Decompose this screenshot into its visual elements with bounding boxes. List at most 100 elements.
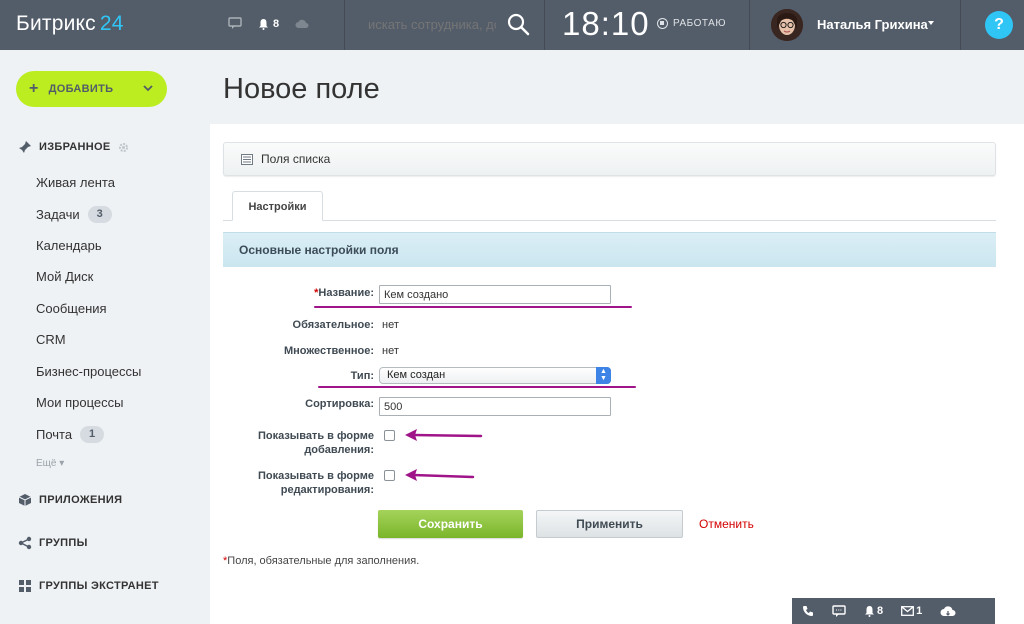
chat-icon bbox=[832, 604, 846, 617]
sidebar-item-mail[interactable]: Почта 1 bbox=[36, 426, 105, 443]
divider bbox=[544, 0, 545, 50]
required-footnote: *Поля, обязательные для заполнения. bbox=[223, 555, 420, 567]
list-fields-label: Поля списка bbox=[261, 152, 331, 166]
select-arrows-icon: ▲ ▼ bbox=[596, 367, 611, 384]
phone-button[interactable] bbox=[802, 605, 814, 617]
sidebar-item-label: CRM bbox=[36, 332, 66, 347]
search-icon[interactable] bbox=[506, 12, 530, 36]
plus-icon: + bbox=[29, 80, 39, 97]
favorites-header[interactable]: ИЗБРАННОЕ bbox=[18, 140, 129, 154]
grid-icon bbox=[19, 580, 31, 592]
phone-icon bbox=[803, 606, 813, 616]
gear-icon[interactable] bbox=[118, 142, 129, 153]
add-button[interactable]: + ДОБАВИТЬ bbox=[16, 71, 167, 107]
pin-icon bbox=[19, 141, 31, 153]
chevron-down-icon[interactable] bbox=[928, 21, 934, 25]
annotation-arrow-icon bbox=[405, 429, 483, 441]
chat-icon[interactable] bbox=[228, 17, 242, 30]
envelope-icon bbox=[901, 606, 915, 616]
show-edit-checkbox[interactable] bbox=[384, 470, 395, 481]
chevron-down-icon: ▾ bbox=[59, 458, 65, 469]
sidebar-item-calendar[interactable]: Календарь bbox=[36, 238, 102, 253]
sidebar-item-label: Мои процессы bbox=[36, 395, 124, 410]
list-icon bbox=[241, 153, 253, 165]
apps-label: ПРИЛОЖЕНИЯ bbox=[39, 494, 123, 506]
bottom-dock: 8 1 bbox=[792, 598, 995, 624]
annotation-underline bbox=[314, 306, 632, 308]
show-edit-label: Показывать в форме редактирования: bbox=[257, 470, 374, 496]
sidebar-item-feed[interactable]: Живая лента bbox=[36, 175, 115, 190]
divider bbox=[749, 0, 750, 50]
sidebar: + ДОБАВИТЬ ИЗБРАННОЕ Живая лента Задачи 3… bbox=[0, 50, 210, 624]
bell-icon bbox=[259, 18, 268, 30]
sidebar-item-crm[interactable]: CRM bbox=[36, 332, 66, 347]
search-input[interactable] bbox=[368, 14, 496, 34]
tab-strip-line bbox=[223, 220, 996, 221]
mail-counter: 1 bbox=[80, 426, 105, 443]
sidebar-item-messages[interactable]: Сообщения bbox=[36, 301, 107, 316]
notifications[interactable]: 8 bbox=[258, 18, 279, 30]
help-button[interactable]: ? bbox=[985, 11, 1013, 39]
user-photo-icon bbox=[771, 9, 803, 41]
sidebar-item-tasks[interactable]: Задачи 3 bbox=[36, 206, 112, 223]
cube-icon bbox=[18, 494, 32, 506]
divider bbox=[344, 0, 345, 50]
stop-icon bbox=[657, 18, 668, 29]
annotation-arrow-icon bbox=[405, 469, 475, 481]
sidebar-item-disk[interactable]: Мой Диск bbox=[36, 269, 93, 284]
dock-messages-count: 1 bbox=[916, 605, 923, 617]
page-title: Новое поле bbox=[223, 73, 380, 105]
top-icons: 8 bbox=[228, 17, 309, 30]
cancel-link[interactable]: Отменить bbox=[699, 517, 754, 531]
sidebar-item-business-processes[interactable]: Бизнес-процессы bbox=[36, 364, 141, 379]
name-field[interactable] bbox=[379, 285, 611, 304]
name-label: *Название: bbox=[314, 287, 374, 299]
work-status[interactable]: РАБОТАЮ bbox=[657, 18, 726, 29]
show-add-label: Показывать в форме добавления: bbox=[257, 430, 374, 456]
bell-icon bbox=[865, 606, 874, 617]
more-link[interactable]: Ещё ▾ bbox=[36, 458, 64, 469]
chevron-down-icon bbox=[143, 85, 153, 92]
dock-cloud[interactable] bbox=[940, 605, 956, 617]
sidebar-item-my-processes[interactable]: Мои процессы bbox=[36, 395, 123, 410]
divider bbox=[960, 0, 961, 50]
cloud-icon bbox=[940, 605, 956, 616]
annotation-underline bbox=[318, 386, 636, 388]
user-name[interactable]: Наталья Грихина bbox=[817, 17, 928, 32]
extranet-header[interactable]: ГРУППЫ ЭКСТРАНЕТ bbox=[18, 579, 159, 593]
required-value: нет bbox=[382, 319, 399, 331]
show-add-checkbox[interactable] bbox=[384, 430, 395, 441]
cloud-icon[interactable] bbox=[295, 19, 309, 29]
dock-notifications-count: 8 bbox=[877, 605, 884, 617]
content-panel: Поля списка Настройки Основные настройки… bbox=[210, 124, 1024, 624]
extranet-label: ГРУППЫ ЭКСТРАНЕТ bbox=[39, 580, 159, 592]
dock-notifications[interactable]: 8 bbox=[864, 605, 883, 617]
apps-header[interactable]: ПРИЛОЖЕНИЯ bbox=[18, 493, 122, 507]
clock[interactable]: 18:10 bbox=[562, 5, 650, 43]
sidebar-item-label: Календарь bbox=[36, 238, 102, 253]
sidebar-item-label: Сообщения bbox=[36, 301, 107, 316]
share-icon bbox=[18, 536, 32, 550]
dock-messages[interactable]: 1 bbox=[901, 605, 922, 617]
type-label: Тип: bbox=[350, 370, 374, 382]
type-select[interactable]: Кем создан ▲ ▼ bbox=[379, 367, 611, 384]
list-fields-button[interactable]: Поля списка bbox=[223, 142, 996, 176]
sidebar-item-label: Живая лента bbox=[36, 175, 115, 190]
logo[interactable]: Битрикс 24 bbox=[16, 12, 124, 36]
top-bar: Битрикс24 8 18:10 РАБОТАЮ Наталья Грихин… bbox=[0, 0, 1024, 50]
groups-label: ГРУППЫ bbox=[39, 537, 88, 549]
sort-field[interactable] bbox=[379, 397, 611, 416]
tab-settings[interactable]: Настройки bbox=[232, 191, 323, 221]
save-button[interactable]: Сохранить bbox=[378, 510, 523, 538]
sidebar-item-label: Бизнес-процессы bbox=[36, 364, 142, 379]
apply-button[interactable]: Применить bbox=[536, 510, 683, 538]
sidebar-item-label: Мой Диск bbox=[36, 269, 94, 284]
logo-number: 24 bbox=[99, 12, 124, 35]
work-status-label: РАБОТАЮ bbox=[673, 18, 726, 29]
chat-button[interactable] bbox=[832, 604, 846, 618]
favorites-label: ИЗБРАННОЕ bbox=[39, 141, 111, 153]
sort-label: Сортировка: bbox=[305, 398, 374, 410]
groups-header[interactable]: ГРУППЫ bbox=[18, 536, 88, 550]
required-label: Обязательное: bbox=[292, 319, 374, 331]
avatar[interactable] bbox=[771, 9, 803, 41]
